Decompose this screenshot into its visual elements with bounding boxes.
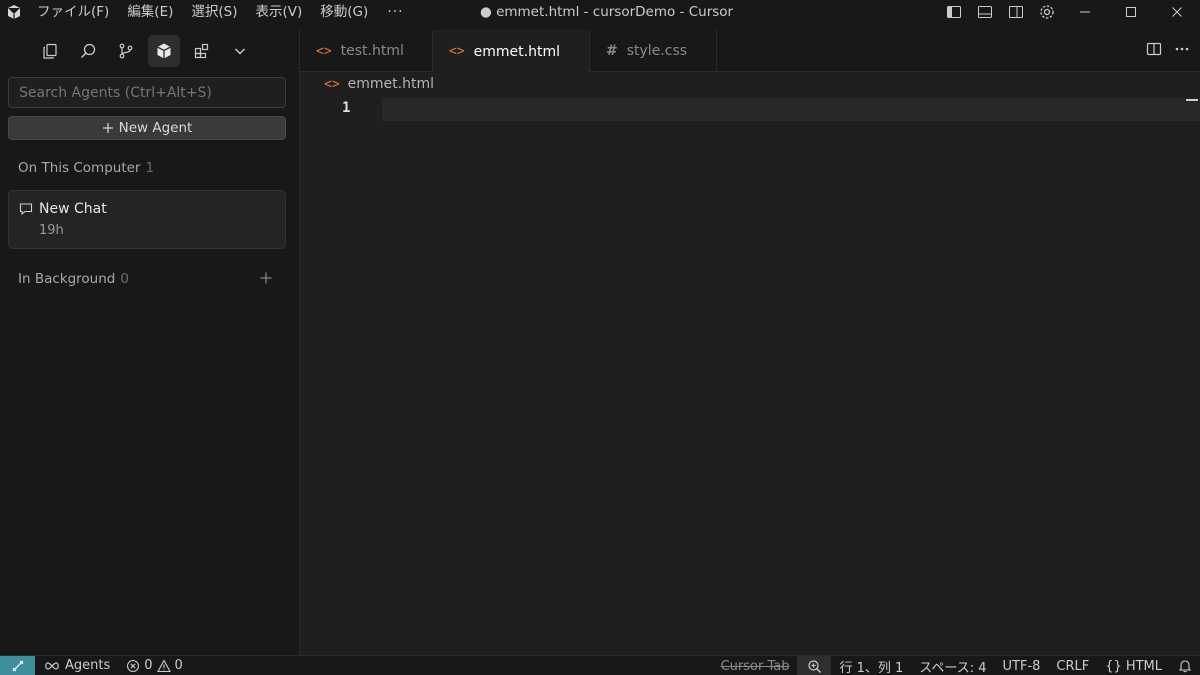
section-count: 0 [120,271,129,287]
section-label: In Background [18,271,116,287]
infinity-icon [45,661,59,670]
menu-go[interactable]: 移動(G) [311,0,377,24]
section-count: 1 [145,160,155,176]
status-bar: Agents 0 0 Cursor Tab 行 1、列 1 スペース: 4 UT… [0,655,1200,675]
remote-icon [12,660,23,671]
more-actions-icon[interactable] [1174,41,1190,61]
warning-count: 0 [174,658,183,673]
tab-test-html[interactable]: <> test.html [300,30,433,72]
menu-edit[interactable]: 編集(E) [118,0,182,24]
new-agent-button[interactable]: New Agent [8,116,286,140]
tab-emmet-html[interactable]: <> emmet.html [433,30,590,72]
editor-area: <> test.html <> emmet.html # style.css <… [300,30,1200,655]
activity-bar [0,30,299,72]
add-background-agent-button[interactable] [256,268,276,288]
chevron-down-icon[interactable] [224,35,256,67]
breadcrumb[interactable]: <> emmet.html [324,76,434,92]
new-agent-label: New Agent [118,120,193,136]
tab-label: test.html [340,43,404,59]
cursor-tab-status[interactable]: Cursor Tab [713,656,798,675]
problems-status[interactable]: 0 0 [118,656,191,675]
chat-timestamp: 19h [39,223,64,238]
error-count: 0 [144,658,153,673]
encoding-status[interactable]: UTF-8 [995,656,1049,675]
plus-icon [260,272,272,284]
extensions-icon[interactable] [186,35,218,67]
menu-bar: ファイル(F) 編集(E) 選択(S) 表示(V) 移動(G) ··· [28,0,414,24]
files-icon[interactable] [34,35,66,67]
zoom-icon[interactable] [797,656,832,675]
menu-file[interactable]: ファイル(F) [28,0,118,24]
agents-label: Agents [65,658,111,673]
toggle-panel-icon[interactable] [969,0,1000,24]
window-title: ● emmet.html - cursorDemo - Cursor [480,4,734,20]
section-label: On This Computer [18,160,141,176]
language-label: HTML [1125,658,1162,674]
search-agents-input[interactable] [8,77,286,108]
warning-icon [156,658,171,672]
minimize-button[interactable] [1062,0,1108,24]
html-file-icon: <> [324,76,340,92]
cursor-logo-icon [0,0,28,24]
notifications-bell-icon[interactable] [1170,656,1200,675]
chat-item-new-chat[interactable]: New Chat 19h [8,190,286,249]
settings-gear-icon[interactable] [1031,0,1062,24]
chat-bubble-icon [19,202,33,220]
menu-selection[interactable]: 選択(S) [182,0,246,24]
menu-more-button[interactable]: ··· [377,4,413,20]
html-file-icon: <> [449,44,465,59]
tab-label: style.css [626,43,688,59]
line-number: 1 [342,100,351,116]
language-mode-status[interactable]: {} HTML [1097,656,1170,675]
plus-icon [102,123,113,133]
close-button[interactable] [1154,0,1200,24]
indentation-status[interactable]: スペース: 4 [911,656,994,675]
split-editor-icon[interactable] [1146,41,1162,61]
eol-status[interactable]: CRLF [1048,656,1097,675]
source-control-icon[interactable] [110,35,142,67]
tab-style-css[interactable]: # style.css [590,30,717,72]
toggle-secondary-sidebar-icon[interactable] [1000,0,1031,24]
search-icon[interactable] [72,35,104,67]
error-icon [127,659,140,672]
braces-icon: {} [1105,658,1122,674]
agents-cube-icon[interactable] [148,35,180,67]
chat-title: New Chat [39,201,107,217]
on-this-computer-header[interactable]: On This Computer 1 [18,160,154,176]
agents-status[interactable]: Agents [35,656,118,675]
tab-label: emmet.html [473,43,560,60]
overview-ruler-cursor [1186,99,1198,101]
css-file-icon: # [606,43,618,59]
maximize-button[interactable] [1108,0,1154,24]
in-background-header[interactable]: In Background 0 [18,271,129,287]
editor-tabs: <> test.html <> emmet.html # style.css [300,30,1200,72]
toggle-primary-sidebar-icon[interactable] [938,0,969,24]
title-bar: ファイル(F) 編集(E) 選択(S) 表示(V) 移動(G) ··· ● em… [0,0,1200,24]
breadcrumb-file[interactable]: emmet.html [348,76,434,92]
current-line-highlight[interactable] [382,98,1200,121]
remote-indicator[interactable] [0,655,35,675]
cursor-position-status[interactable]: 行 1、列 1 [831,656,911,675]
html-file-icon: <> [316,43,332,59]
agents-sidebar: New Agent On This Computer1 New Chat 19h… [0,30,300,655]
menu-view[interactable]: 表示(V) [247,0,312,24]
